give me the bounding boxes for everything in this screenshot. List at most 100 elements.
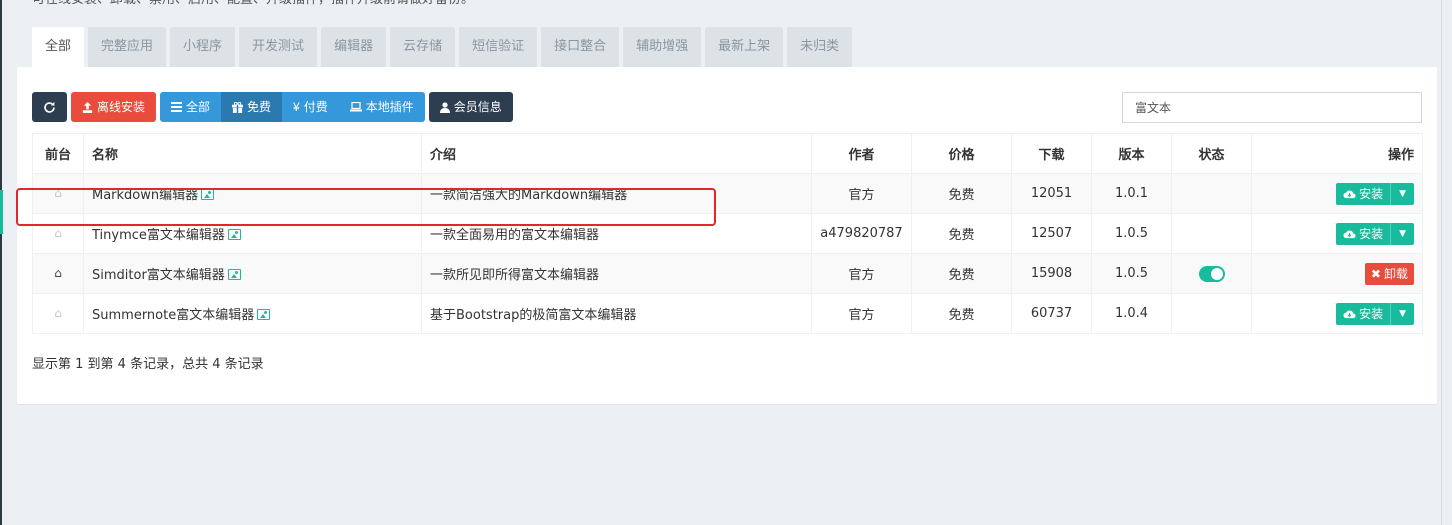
- col-version[interactable]: 版本: [1091, 133, 1172, 174]
- laptop-icon: [349, 102, 362, 112]
- plugin-version: 1.0.5: [1091, 253, 1172, 294]
- install-label: 安装: [1359, 227, 1384, 241]
- plugin-intro: 一款简洁强大的Markdown编辑器: [421, 173, 812, 214]
- image-icon[interactable]: [201, 189, 215, 200]
- plugin-downloads: 60737: [1011, 293, 1092, 334]
- plugin-author: a479820787: [811, 213, 912, 254]
- filter-all-button[interactable]: 全部: [160, 92, 222, 122]
- install-label: 安装: [1359, 307, 1384, 321]
- offline-install-label: 离线安装: [97, 100, 146, 114]
- plugin-intro: 一款所见即所得富文本编辑器: [421, 253, 812, 294]
- install-button[interactable]: 安装 ▼: [1336, 302, 1414, 325]
- col-intro[interactable]: 介绍: [421, 133, 812, 174]
- table-row: ⌂ Tinymce富文本编辑器 一款全面易用的富文本编辑器 a479820787…: [32, 213, 1423, 254]
- member-info-label: 会员信息: [453, 100, 502, 114]
- plugin-panel: 离线安装 全部 免费 ¥ 付费 本地插件 会员信息 富文本 前台 名称 介绍 作…: [17, 67, 1437, 404]
- plugin-intro: 一款全面易用的富文本编辑器: [421, 213, 812, 254]
- refresh-button[interactable]: [32, 92, 67, 122]
- filter-paid-label: 付费: [303, 100, 328, 114]
- tab-dev-test[interactable]: 开发测试: [239, 27, 318, 67]
- plugin-price: 免费: [911, 213, 1012, 254]
- tab-editors[interactable]: 编辑器: [321, 27, 387, 67]
- offline-install-button[interactable]: 离线安装: [71, 92, 157, 122]
- plugin-name: Tinymce富文本编辑器: [92, 228, 225, 243]
- cloud-download-icon: [1343, 190, 1356, 198]
- table-row: ⌂ Markdown编辑器 一款简洁强大的Markdown编辑器 官方 免费 1…: [32, 173, 1423, 214]
- plugin-price: 免费: [911, 293, 1012, 334]
- filter-local-label: 本地插件: [365, 100, 414, 114]
- tab-mini-programs[interactable]: 小程序: [170, 27, 236, 67]
- plugin-downloads: 12051: [1011, 173, 1092, 214]
- plugin-version: 1.0.5: [1091, 213, 1172, 254]
- plugin-author: 官方: [811, 293, 912, 334]
- filter-paid-button[interactable]: ¥ 付费: [282, 92, 339, 122]
- home-icon[interactable]: ⌂: [54, 226, 62, 240]
- filter-free-button[interactable]: 免费: [221, 92, 283, 122]
- filter-free-label: 免费: [247, 100, 272, 114]
- plugin-downloads: 12507: [1011, 213, 1092, 254]
- col-name[interactable]: 名称: [83, 133, 422, 174]
- image-icon[interactable]: [257, 309, 271, 320]
- col-author[interactable]: 作者: [811, 133, 912, 174]
- col-downloads[interactable]: 下载: [1011, 133, 1092, 174]
- install-dropdown-toggle[interactable]: ▼: [1390, 222, 1414, 245]
- cloud-download-icon: [1343, 230, 1356, 238]
- plugin-intro: 基于Bootstrap的极简富文本编辑器: [421, 293, 812, 334]
- upload-icon: [82, 101, 93, 113]
- sidebar-active-indicator: [0, 190, 3, 234]
- gift-icon: [232, 101, 244, 113]
- toolbar: 离线安装 全部 免费 ¥ 付费 本地插件 会员信息: [32, 92, 513, 122]
- plugin-table: 前台 名称 介绍 作者 价格 下载 版本 状态 操作 ⌂ Markdown编辑器…: [32, 133, 1423, 334]
- tab-api-integration[interactable]: 接口整合: [541, 27, 620, 67]
- plugin-downloads: 15908: [1011, 253, 1092, 294]
- image-icon[interactable]: [227, 269, 241, 280]
- filter-button-group: 全部 免费 ¥ 付费 本地插件: [160, 92, 425, 122]
- tab-cloud-storage[interactable]: 云存储: [390, 27, 456, 67]
- search-input[interactable]: [1122, 92, 1422, 123]
- plugin-author: 官方: [811, 173, 912, 214]
- image-icon[interactable]: [227, 229, 241, 240]
- status-toggle[interactable]: [1198, 265, 1225, 282]
- list-icon: [171, 102, 183, 112]
- plugin-price: 免费: [911, 253, 1012, 294]
- col-actions: 操作: [1251, 133, 1423, 174]
- install-dropdown-toggle[interactable]: ▼: [1390, 302, 1414, 325]
- install-label: 安装: [1359, 187, 1384, 201]
- refresh-icon: [44, 101, 55, 113]
- filter-local-button[interactable]: 本地插件: [338, 92, 425, 122]
- plugin-status: [1171, 213, 1252, 254]
- plugin-name: Summernote富文本编辑器: [92, 308, 255, 323]
- intro-text: 可在线安装、卸载、禁用、启用、配置、升级插件，插件升级前请做好备份。: [32, 0, 474, 8]
- table-row: ⌂ Summernote富文本编辑器 基于Bootstrap的极简富文本编辑器 …: [32, 293, 1423, 334]
- scrollbar-track: [1441, 0, 1442, 525]
- tab-complete-apps[interactable]: 完整应用: [88, 27, 167, 67]
- filter-all-label: 全部: [186, 100, 211, 114]
- category-tabs: 全部 完整应用 小程序 开发测试 编辑器 云存储 短信验证 接口整合 辅助增强 …: [32, 27, 856, 67]
- tab-enhancements[interactable]: 辅助增强: [623, 27, 702, 67]
- member-info-button[interactable]: 会员信息: [428, 92, 513, 122]
- plugin-version: 1.0.1: [1091, 173, 1172, 214]
- col-front[interactable]: 前台: [32, 133, 84, 174]
- tab-newest[interactable]: 最新上架: [705, 27, 784, 67]
- tab-uncategorized[interactable]: 未归类: [787, 27, 853, 67]
- col-price[interactable]: 价格: [911, 133, 1012, 174]
- home-icon[interactable]: ⌂: [54, 186, 62, 200]
- tab-all[interactable]: 全部: [32, 27, 85, 67]
- pagination-summary: 显示第 1 到第 4 条记录，总共 4 条记录: [32, 357, 264, 372]
- plugin-status: [1171, 173, 1252, 214]
- install-button[interactable]: 安装 ▼: [1336, 222, 1414, 245]
- sidebar-edge: [0, 0, 2, 525]
- plugin-author: 官方: [811, 253, 912, 294]
- install-dropdown-toggle[interactable]: ▼: [1390, 182, 1414, 205]
- tab-sms-verify[interactable]: 短信验证: [459, 27, 538, 67]
- user-icon: [439, 101, 450, 113]
- yen-icon: ¥: [293, 100, 300, 114]
- plugin-status: [1171, 293, 1252, 334]
- home-icon[interactable]: ⌂: [54, 266, 62, 280]
- plugin-version: 1.0.4: [1091, 293, 1172, 334]
- home-icon[interactable]: ⌂: [54, 306, 62, 320]
- col-status[interactable]: 状态: [1171, 133, 1252, 174]
- plugin-name: Markdown编辑器: [92, 188, 199, 203]
- install-button[interactable]: 安装 ▼: [1336, 182, 1414, 205]
- uninstall-button[interactable]: ✖ 卸载: [1364, 262, 1414, 285]
